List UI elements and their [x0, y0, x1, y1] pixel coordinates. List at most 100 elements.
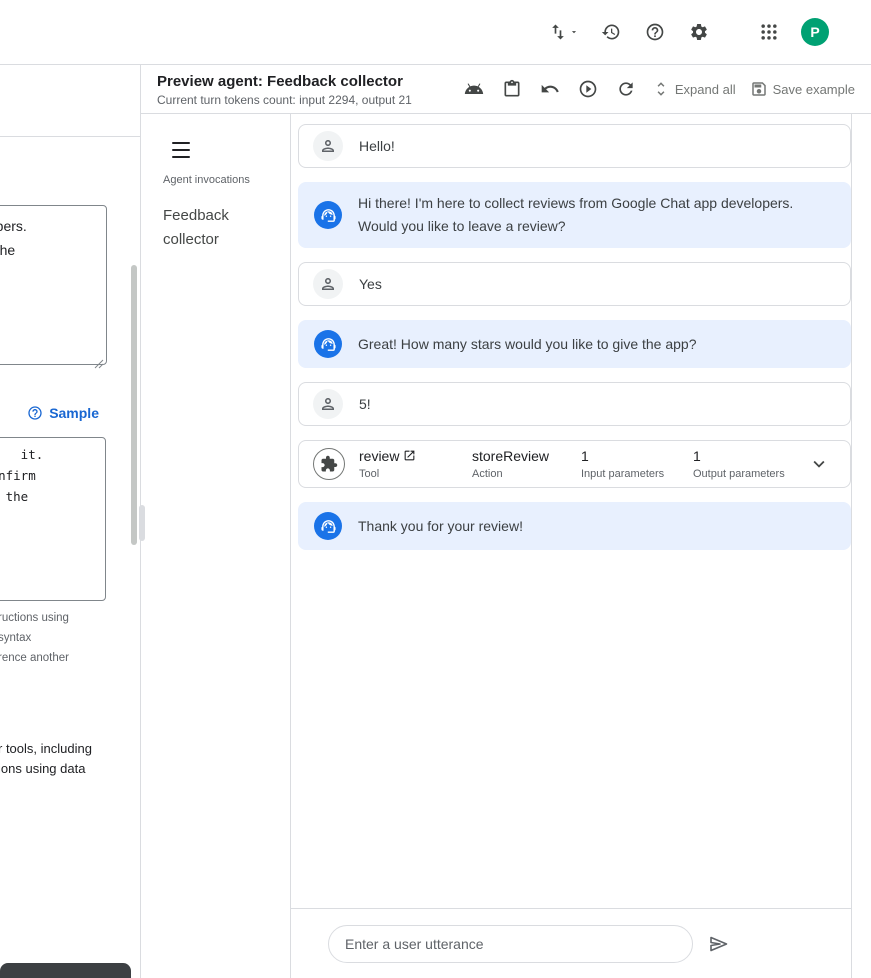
user-avatar — [313, 131, 343, 161]
tool-name: review — [359, 448, 399, 464]
message-text: Yes — [359, 273, 382, 296]
top-bar: P — [0, 0, 871, 65]
person-icon — [319, 275, 337, 293]
invocations-panel: Agent invocations Feedback collector — [141, 114, 290, 978]
history-button[interactable] — [599, 20, 623, 44]
user-avatar — [313, 389, 343, 419]
refresh-icon — [616, 79, 636, 99]
user-message: Yes — [298, 262, 851, 306]
expand-card-button[interactable] — [808, 453, 830, 475]
sample-help-icon — [27, 405, 43, 421]
refresh-button[interactable] — [614, 77, 638, 101]
description-text: r tools, including ions using data — [0, 739, 138, 779]
support-agent-icon — [320, 518, 337, 535]
robot-button[interactable] — [462, 77, 486, 101]
chevron-down-icon — [808, 453, 830, 475]
agent-message: Great! How many stars would you like to … — [298, 320, 851, 368]
message-text: Great! How many stars would you like to … — [358, 333, 697, 356]
apps-grid-button[interactable] — [757, 20, 781, 44]
token-count: Current turn tokens count: input 2294, o… — [157, 93, 412, 107]
clipboard-icon — [502, 79, 522, 99]
play-circle-icon — [578, 79, 598, 99]
user-avatar — [313, 269, 343, 299]
help-icon — [645, 22, 665, 42]
action-name: storeReview — [472, 448, 581, 464]
resize-handle-icon[interactable] — [94, 352, 104, 362]
agent-message: Thank you for your review! — [298, 502, 851, 550]
input-params-column: 1 Input parameters — [581, 448, 693, 481]
extension-icon — [320, 455, 338, 473]
clipboard-button[interactable] — [500, 77, 524, 101]
undo-button[interactable] — [538, 77, 562, 101]
section-divider — [0, 136, 140, 137]
input-params-label: Input parameters — [581, 467, 693, 481]
expand-all-button[interactable]: Expand all — [652, 80, 736, 98]
user-message: 5! — [298, 382, 851, 426]
action-column: storeReview Action — [472, 448, 581, 481]
sample-link[interactable]: Sample — [0, 405, 99, 421]
message-text: Hello! — [359, 135, 395, 158]
utterance-input[interactable] — [328, 925, 693, 963]
agent-avatar — [314, 330, 342, 358]
play-button[interactable] — [576, 77, 600, 101]
sample-label: Sample — [49, 405, 99, 421]
dropdown-caret-icon — [569, 25, 579, 40]
chat-panel: Hello! Hi there! I'm here to collect rev… — [290, 114, 852, 978]
left-panel-scrollbar[interactable] — [131, 265, 137, 545]
preview-actions: Expand all Save example — [462, 77, 855, 101]
person-icon — [319, 395, 337, 413]
message-text: Thank you for your review! — [358, 515, 523, 538]
save-icon — [750, 80, 768, 98]
send-icon — [707, 932, 731, 956]
cutoff-dark-element — [0, 963, 131, 978]
message-list: Hello! Hi there! I'm here to collect rev… — [291, 114, 851, 908]
menu-button[interactable] — [172, 142, 190, 158]
open-in-new-icon[interactable] — [403, 449, 416, 462]
support-agent-icon — [320, 336, 337, 353]
app-window: P velopers. e is the Sample it. , confir… — [0, 0, 871, 978]
output-params-label: Output parameters — [693, 467, 808, 481]
preview-title: Preview agent: Feedback collector — [157, 72, 412, 91]
agent-avatar — [314, 512, 342, 540]
invocations-section-label: Agent invocations — [163, 174, 290, 186]
agent-avatar — [314, 201, 342, 229]
swap-vert-button[interactable] — [548, 20, 579, 44]
action-type-label: Action — [472, 467, 581, 481]
tool-type-label: Tool — [359, 467, 472, 481]
account-avatar[interactable]: P — [801, 18, 829, 46]
hamburger-icon — [172, 142, 190, 144]
output-params-count: 1 — [693, 448, 808, 464]
preview-header-titles: Preview agent: Feedback collector Curren… — [157, 72, 412, 107]
message-text: 5! — [359, 393, 371, 416]
left-panel: velopers. e is the Sample it. , confirm … — [0, 65, 141, 978]
helper-text: ructions using syntax rence another — [0, 608, 138, 668]
settings-button[interactable] — [687, 20, 711, 44]
save-example-label: Save example — [773, 82, 855, 97]
person-icon — [319, 137, 337, 155]
tool-invocation-card[interactable]: review Tool storeReview Action 1 Input p… — [298, 440, 851, 488]
settings-icon — [689, 22, 709, 42]
composer — [291, 908, 851, 978]
undo-icon — [540, 79, 560, 99]
expand-all-label: Expand all — [675, 82, 736, 97]
apps-grid-icon — [759, 22, 779, 42]
send-button[interactable] — [707, 932, 731, 956]
input-params-count: 1 — [581, 448, 693, 464]
history-icon — [601, 22, 621, 42]
support-agent-icon — [320, 207, 337, 224]
message-text: Hi there! I'm here to collect reviews fr… — [358, 192, 835, 238]
agent-invocation-item[interactable]: Feedback collector — [163, 204, 263, 252]
textarea-text: velopers. e is the — [0, 214, 96, 262]
tool-avatar — [313, 448, 345, 480]
agent-message: Hi there! I'm here to collect reviews fr… — [298, 182, 851, 248]
user-message: Hello! — [298, 124, 851, 168]
cutoff-code-editor[interactable]: it. , confirm tore the ater — [0, 437, 106, 601]
save-example-button[interactable]: Save example — [750, 80, 855, 98]
cutoff-textarea[interactable]: velopers. e is the — [0, 205, 107, 365]
output-params-column: 1 Output parameters — [693, 448, 808, 481]
unfold-more-icon — [652, 80, 670, 98]
robot-icon — [464, 79, 484, 99]
help-button[interactable] — [643, 20, 667, 44]
swap-vert-icon — [548, 22, 568, 42]
preview-header: Preview agent: Feedback collector Curren… — [141, 65, 871, 114]
